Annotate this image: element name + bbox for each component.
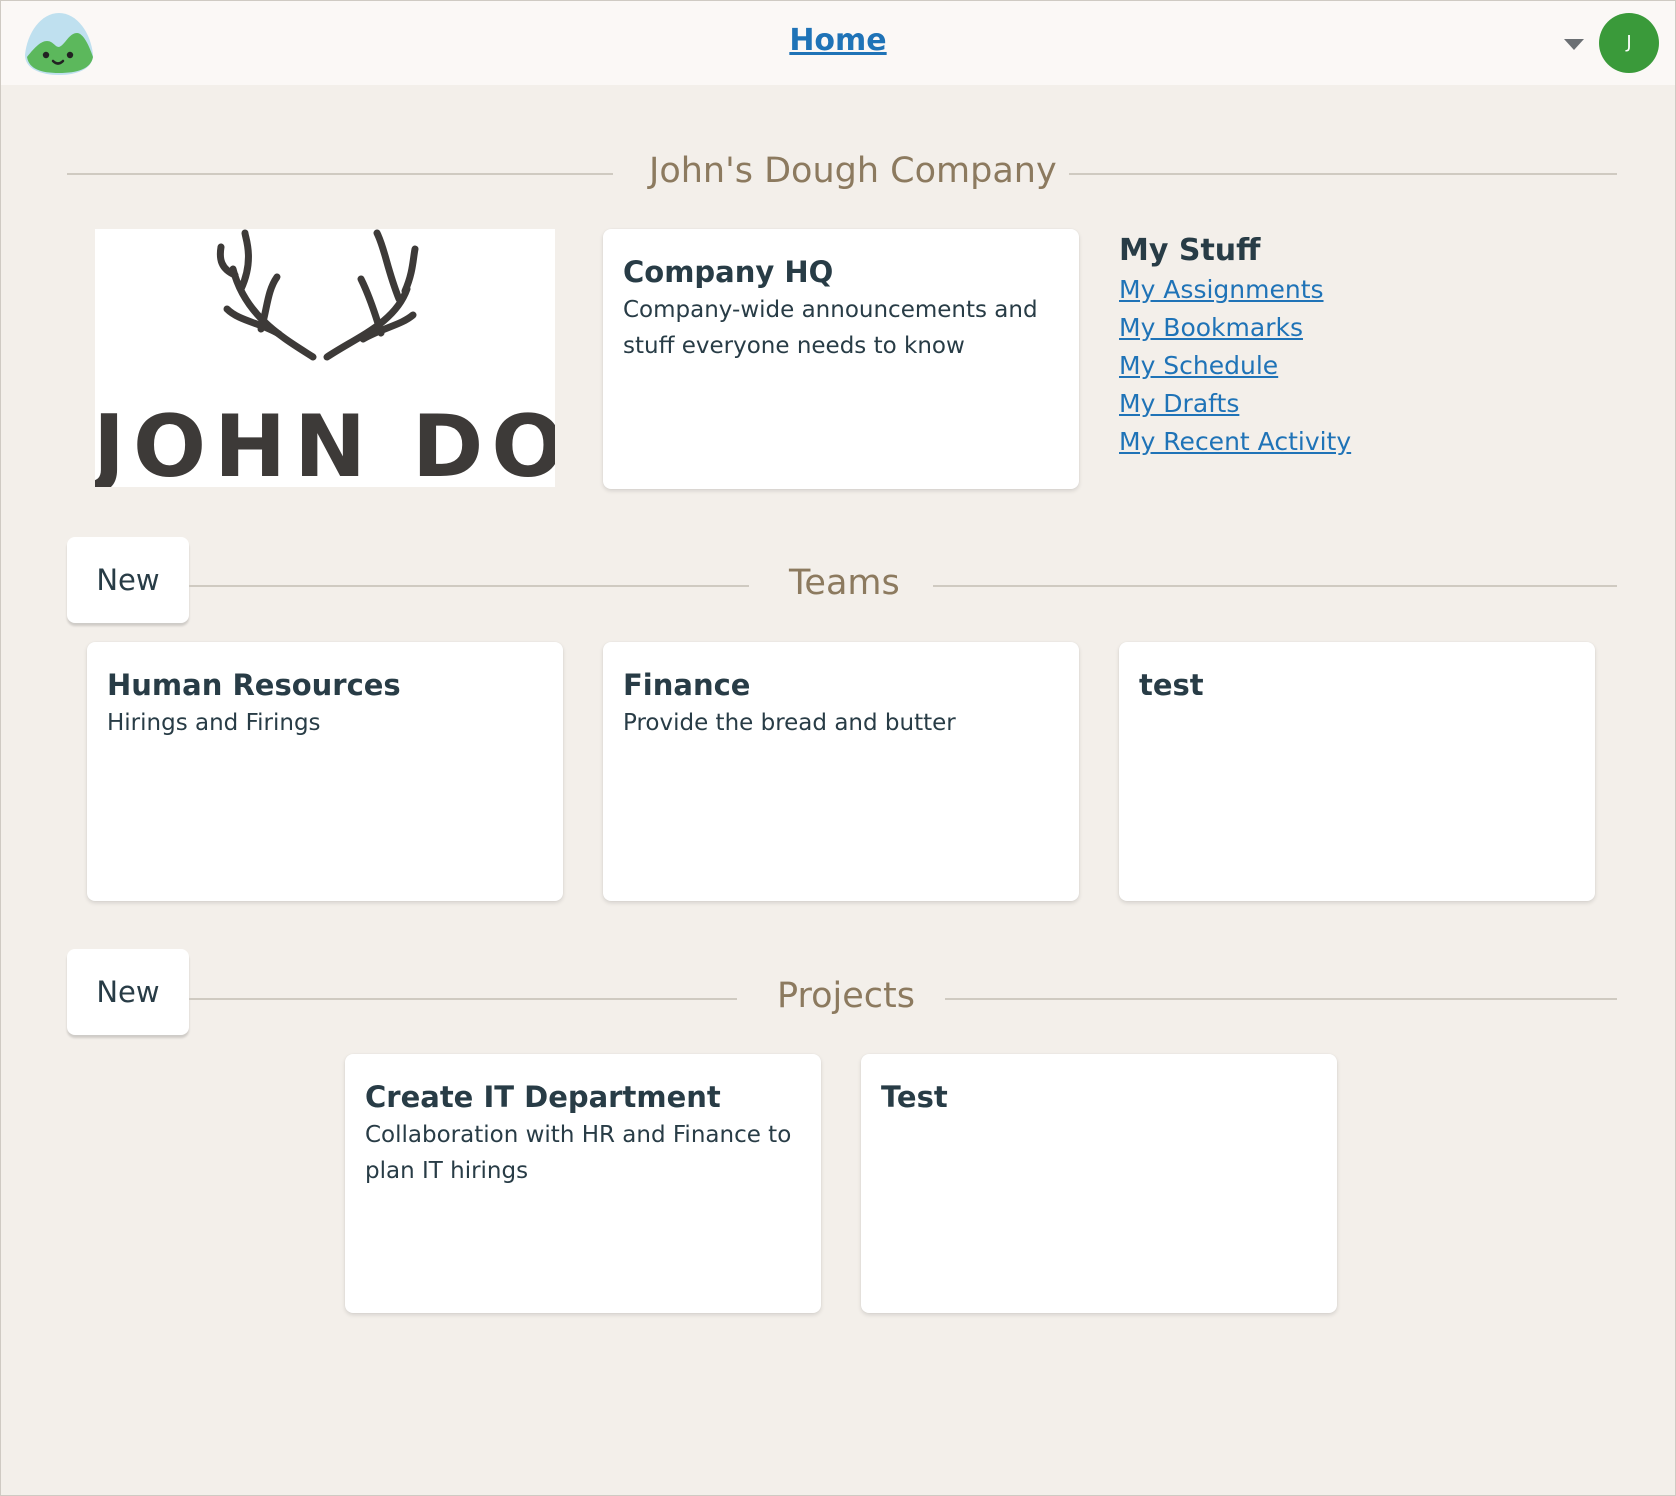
team-card-test[interactable]: test <box>1119 642 1595 901</box>
account-menu-caret-icon[interactable] <box>1564 39 1584 50</box>
teams-title: Teams <box>789 563 900 603</box>
company-hq-card[interactable]: Company HQ Company-wide announcements an… <box>603 229 1079 489</box>
divider-left <box>67 173 613 175</box>
home-link-label[interactable]: Home <box>789 23 886 58</box>
team-card-human-resources[interactable]: Human Resources Hirings and Firings <box>87 642 563 901</box>
company-logo-text: JOHN DOE <box>95 397 555 487</box>
card-title: Create IT Department <box>365 1080 721 1114</box>
new-project-button[interactable]: New <box>67 949 189 1035</box>
card-title: Human Resources <box>107 668 401 702</box>
avatar[interactable]: J <box>1599 13 1659 73</box>
projects-title: Projects <box>777 976 915 1016</box>
company-logo: JOHN DOE <box>95 229 555 487</box>
card-description: Company-wide announcements and stuff eve… <box>623 297 1038 359</box>
card-description: Collaboration with HR and Finance to pla… <box>365 1122 792 1184</box>
company-name: John's Dough Company <box>649 151 1057 191</box>
team-card-finance[interactable]: Finance Provide the bread and butter <box>603 642 1079 901</box>
card-description: Hirings and Firings <box>107 710 321 736</box>
divider-left <box>189 585 749 587</box>
card-title: test <box>1139 668 1204 702</box>
my-assignments-link[interactable]: My Assignments <box>1119 271 1351 309</box>
my-schedule-link[interactable]: My Schedule <box>1119 347 1351 385</box>
card-description: Provide the bread and butter <box>623 710 956 736</box>
home-link[interactable]: Home <box>1 23 1675 58</box>
project-card-create-it-department[interactable]: Create IT Department Collaboration with … <box>345 1054 821 1313</box>
card-title: Company HQ <box>623 255 834 289</box>
top-bar: Home J <box>1 1 1675 85</box>
card-title: Finance <box>623 668 751 702</box>
project-card-test[interactable]: Test <box>861 1054 1337 1313</box>
my-stuff-panel: My Stuff My Assignments My Bookmarks My … <box>1119 231 1351 461</box>
new-team-button[interactable]: New <box>67 537 189 623</box>
divider-right <box>933 585 1617 587</box>
my-bookmarks-link[interactable]: My Bookmarks <box>1119 309 1351 347</box>
my-recent-activity-link[interactable]: My Recent Activity <box>1119 423 1351 461</box>
divider-right <box>945 998 1617 1000</box>
card-title: Test <box>881 1080 948 1114</box>
divider-right <box>1069 173 1617 175</box>
divider-left <box>189 998 737 1000</box>
my-stuff-heading: My Stuff <box>1119 233 1261 268</box>
my-drafts-link[interactable]: My Drafts <box>1119 385 1351 423</box>
